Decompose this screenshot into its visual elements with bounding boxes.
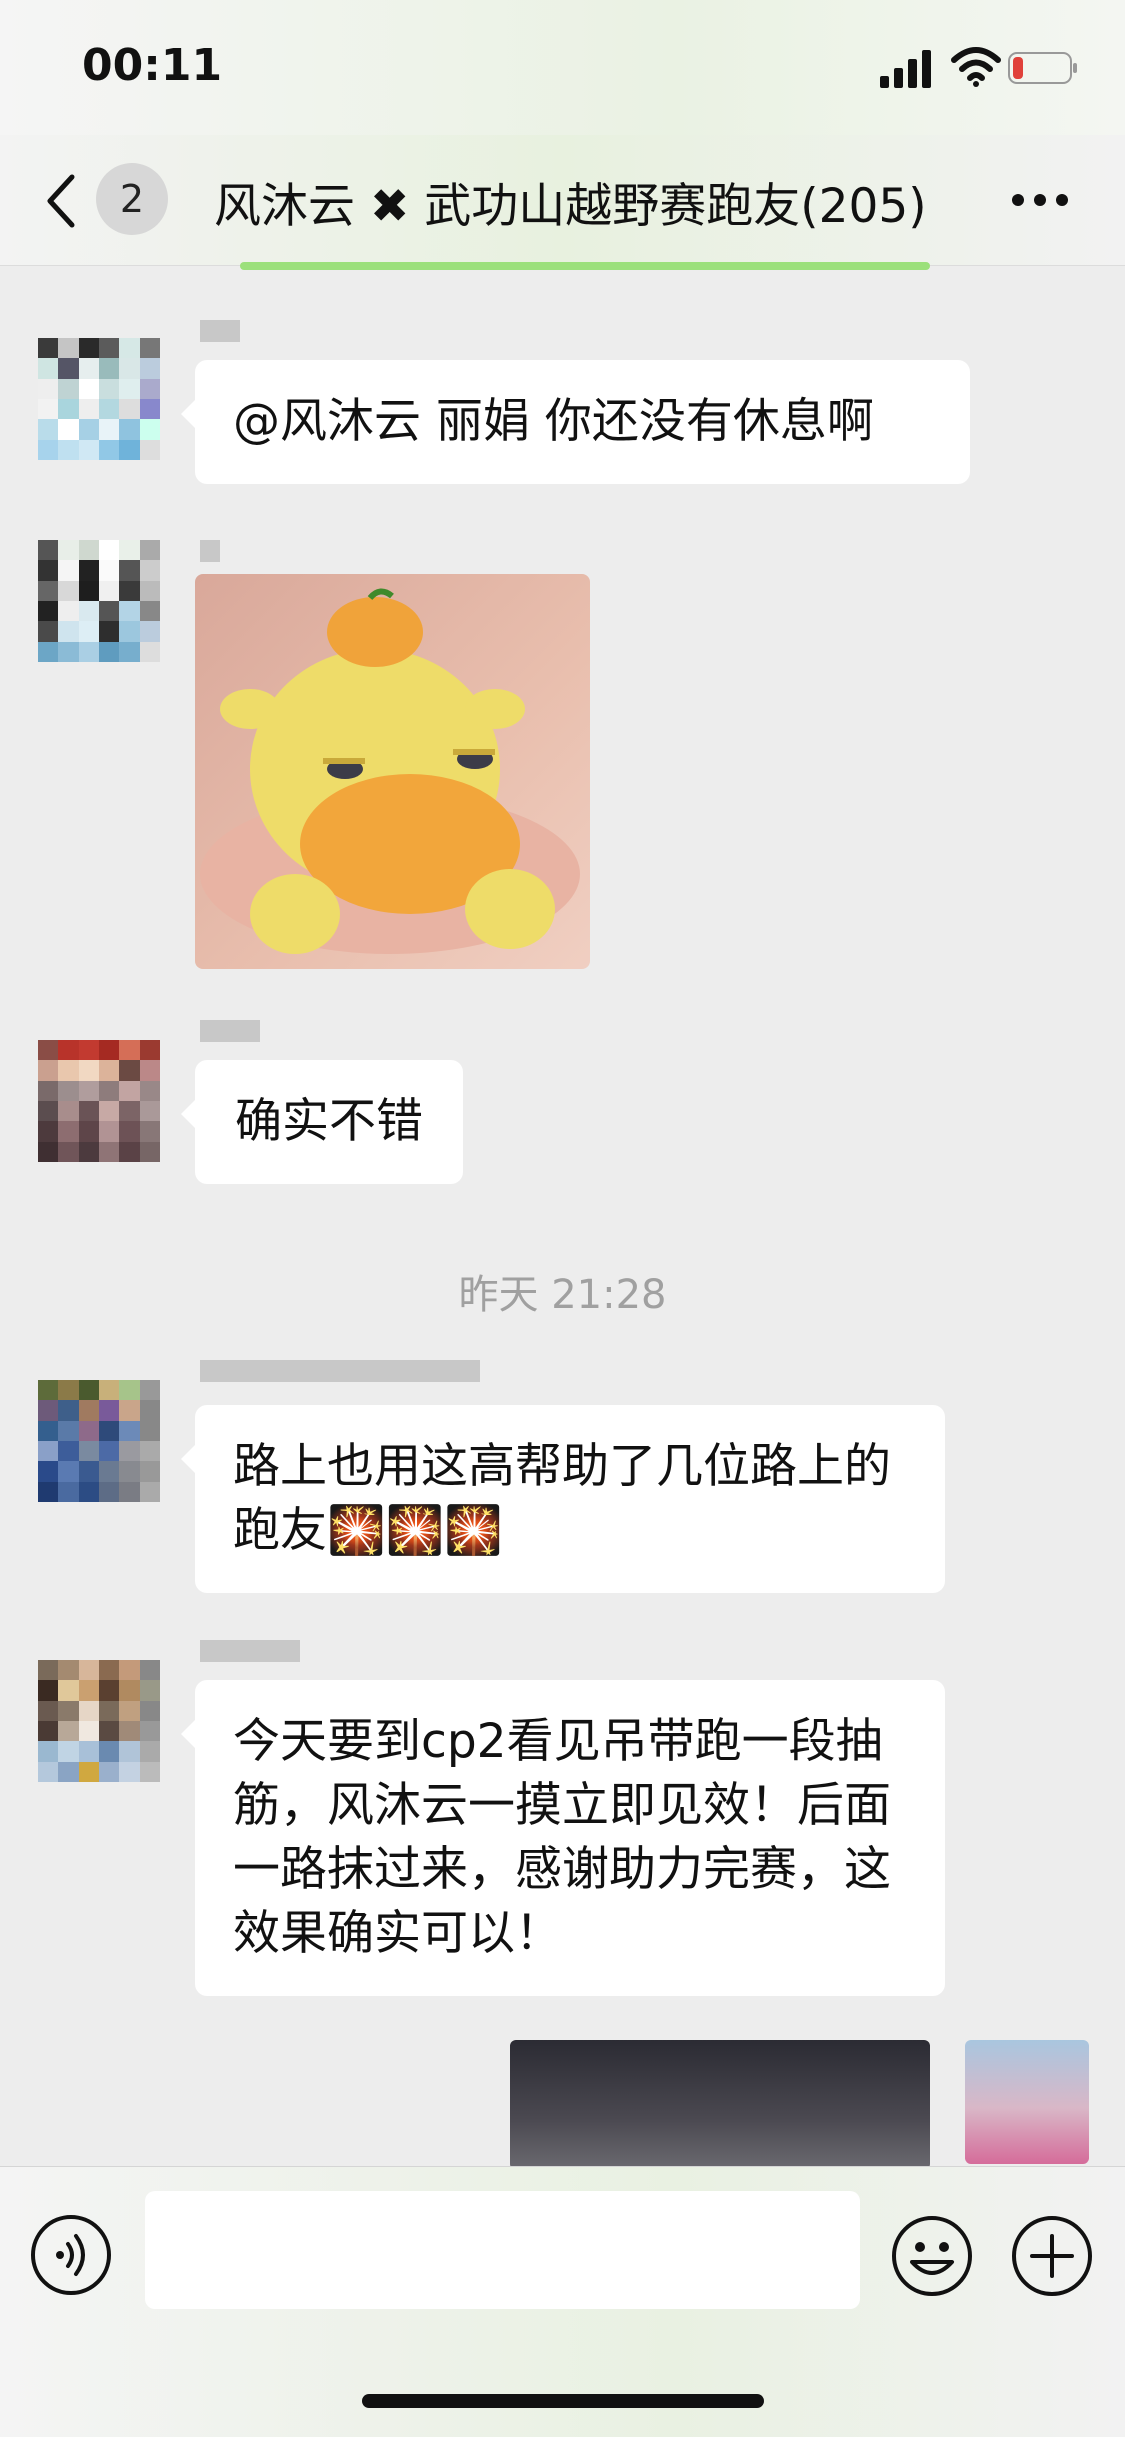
- plus-icon[interactable]: [1010, 2214, 1094, 2298]
- unread-badge[interactable]: 2: [96, 163, 168, 235]
- chat-header: 2 风沐云 ✖ 武功山越野赛跑友(205): [0, 135, 1125, 266]
- voice-icon[interactable]: [30, 2214, 112, 2296]
- avatar[interactable]: [38, 1040, 160, 1162]
- message-bubble[interactable]: 今天要到cp2看见吊带跑一段抽筋，风沐云一摸立即见效！后面一路抹过来，感谢助力完…: [181, 1680, 945, 1996]
- signal-icon: [880, 50, 931, 88]
- emoji-icon[interactable]: [890, 2214, 974, 2298]
- message-bubble[interactable]: @风沐云 丽娟 你还没有休息啊: [181, 360, 970, 484]
- chat-title: 风沐云 ✖ 武功山越野赛跑友(205): [214, 179, 927, 234]
- sender-name: [200, 540, 220, 562]
- status-bar: 00:11: [0, 0, 1125, 135]
- timestamp: 昨天 21:28: [458, 1272, 667, 1318]
- status-time: 00:11: [82, 40, 223, 91]
- sticker-character: [200, 588, 580, 954]
- sender-name: [200, 1360, 480, 1382]
- sticker-image[interactable]: [195, 574, 590, 969]
- notice-bar: [240, 262, 930, 270]
- shared-photo[interactable]: [510, 2040, 930, 2170]
- sender-name: [200, 1640, 300, 1662]
- message-bubble[interactable]: 确实不错: [181, 1060, 463, 1184]
- shared-photo[interactable]: [965, 2040, 1089, 2164]
- home-indicator: [362, 2394, 764, 2408]
- sender-name: [200, 1020, 260, 1042]
- battery-icon: [1008, 52, 1077, 84]
- avatar[interactable]: [38, 338, 160, 460]
- sender-name: [200, 320, 240, 342]
- avatar[interactable]: [38, 1660, 160, 1782]
- more-icon[interactable]: [1010, 191, 1070, 209]
- avatar[interactable]: [38, 540, 160, 662]
- wifi-icon: [951, 47, 1001, 87]
- message-bubble[interactable]: 路上也用这高帮助了几位路上的跑友🎇🎇🎇: [181, 1405, 945, 1593]
- back-arrow-icon[interactable]: [40, 171, 80, 231]
- message-input[interactable]: [145, 2191, 860, 2309]
- avatar[interactable]: [38, 1380, 160, 1502]
